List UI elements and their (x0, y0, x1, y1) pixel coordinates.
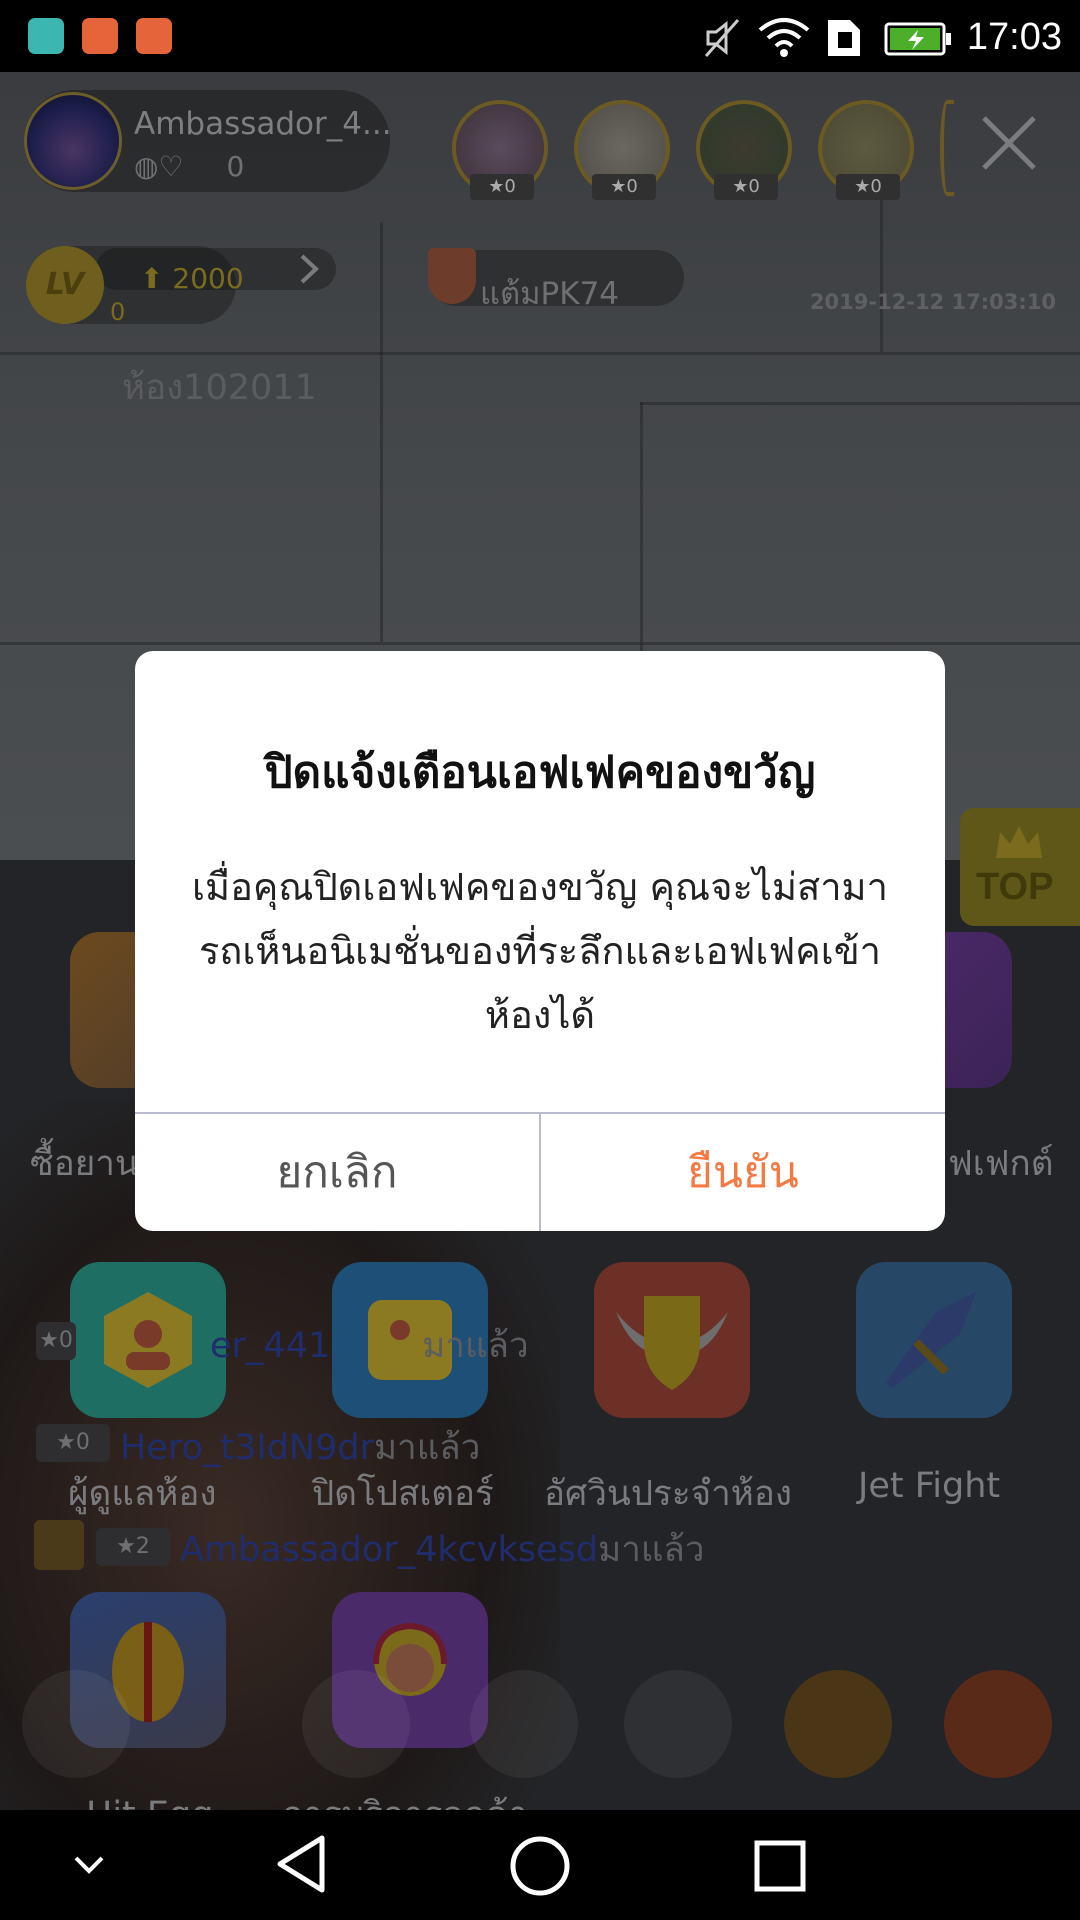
room-id: ห้อง102011 (122, 368, 317, 408)
cancel-button[interactable]: ยกเลิก (135, 1114, 539, 1231)
android-icon (28, 18, 64, 54)
jet-icon (886, 1292, 976, 1388)
dialog-title: ปิดแจ้งเตือนเอฟเฟคของขวัญ (264, 747, 816, 798)
star-badge: ★0 (470, 174, 534, 200)
wifi-icon (758, 18, 810, 57)
message-icon[interactable] (470, 1670, 578, 1778)
clock: 17:03 (966, 16, 1062, 58)
star-badge: ★0 (714, 174, 778, 200)
viewer-avatar[interactable] (940, 100, 954, 196)
room-admin-tile[interactable] (70, 1262, 226, 1418)
level-sub: 0 (110, 298, 126, 326)
up-arrow-icon: ⬆ (140, 262, 164, 295)
room-admin-label: ผู้ดูแลห้อง (68, 1474, 217, 1514)
mute-icon (704, 19, 740, 57)
navigation-bar (0, 1810, 1080, 1920)
home-icon[interactable] (508, 1834, 572, 1898)
chevron-down-icon[interactable] (72, 1854, 106, 1876)
shield-icon (428, 248, 476, 304)
back-icon[interactable] (270, 1832, 334, 1896)
star-badge: ★0 (36, 1322, 76, 1360)
viewer-avatar[interactable]: ★0 (452, 100, 548, 200)
confirm-button[interactable]: ยืนยัน (541, 1114, 945, 1231)
music-icon (82, 18, 118, 54)
level-points: ⬆ 2000 (140, 262, 244, 295)
viewer-avatar[interactable]: ★0 (696, 100, 792, 200)
chat-message: Ambassador_4kcvksesdมาแล้ว (180, 1530, 705, 1570)
effects-label: ฟเฟกต์ (948, 1144, 1054, 1184)
jet-fight-label: Jet Fight (858, 1466, 1001, 1506)
gift-effect-dialog: ปิดแจ้งเตือนเอฟเฟคของขวัญ เมื่อคุณปิดเอฟ… (135, 651, 945, 1231)
room-knight-label: อัศวินประจำห้อง (544, 1474, 792, 1514)
top-button[interactable]: TOP (960, 808, 1080, 926)
heart-icon: ◍♡ (134, 150, 184, 183)
sim-icon (828, 20, 860, 56)
share-icon[interactable] (302, 1670, 410, 1778)
treasure-chest-icon[interactable] (784, 1670, 892, 1778)
battery-charging-icon (884, 22, 951, 56)
chat-message: er_441 มาแล้ว (210, 1326, 529, 1366)
chat-icon[interactable] (22, 1670, 130, 1778)
jet-fight-tile[interactable] (856, 1262, 1012, 1418)
status-bar: 17:03 (0, 0, 1080, 72)
close-icon[interactable] (978, 112, 1040, 174)
gift-icon[interactable] (944, 1670, 1052, 1778)
camera-switch-icon[interactable] (624, 1670, 732, 1778)
customer-service-label: การบริการลูกค้า (282, 1796, 528, 1811)
timestamp: 2019-12-12 17:03:10 (809, 290, 1056, 314)
viewer-avatar[interactable]: ★0 (574, 100, 670, 200)
microphone-icon (34, 1520, 84, 1570)
room-knight-tile[interactable] (594, 1262, 750, 1418)
host-avatar[interactable] (24, 92, 122, 190)
admin-icon (104, 1292, 192, 1388)
crown-icon (996, 826, 1042, 858)
hide-poster-label: ปิดโปสเตอร์ (312, 1474, 494, 1514)
star-badge: ★0 (836, 174, 900, 200)
viewer-avatar[interactable]: ★0 (818, 100, 914, 200)
star-badge: ★2 (96, 1528, 170, 1566)
dialog-message: เมื่อคุณปิดเอฟเฟคของขวัญ คุณจะไม่สามารถเ… (192, 865, 888, 1037)
buy-vehicle-label: ซื้อยาน (30, 1144, 139, 1184)
recents-icon[interactable] (754, 1840, 806, 1892)
hit-egg-label: Hit Egg (86, 1796, 213, 1811)
star-badge: ★0 (592, 174, 656, 200)
chevron-right-icon[interactable] (298, 254, 322, 284)
pk-label: แต้มPK74 (480, 276, 620, 312)
star-badge: ★0 (36, 1424, 110, 1462)
host-likes: ◍♡ 0 (134, 150, 245, 183)
shield-wings-icon (616, 1296, 728, 1390)
level-badge: LV (26, 246, 104, 324)
music-icon (136, 18, 172, 54)
host-name: Ambassador_4... (134, 106, 392, 142)
